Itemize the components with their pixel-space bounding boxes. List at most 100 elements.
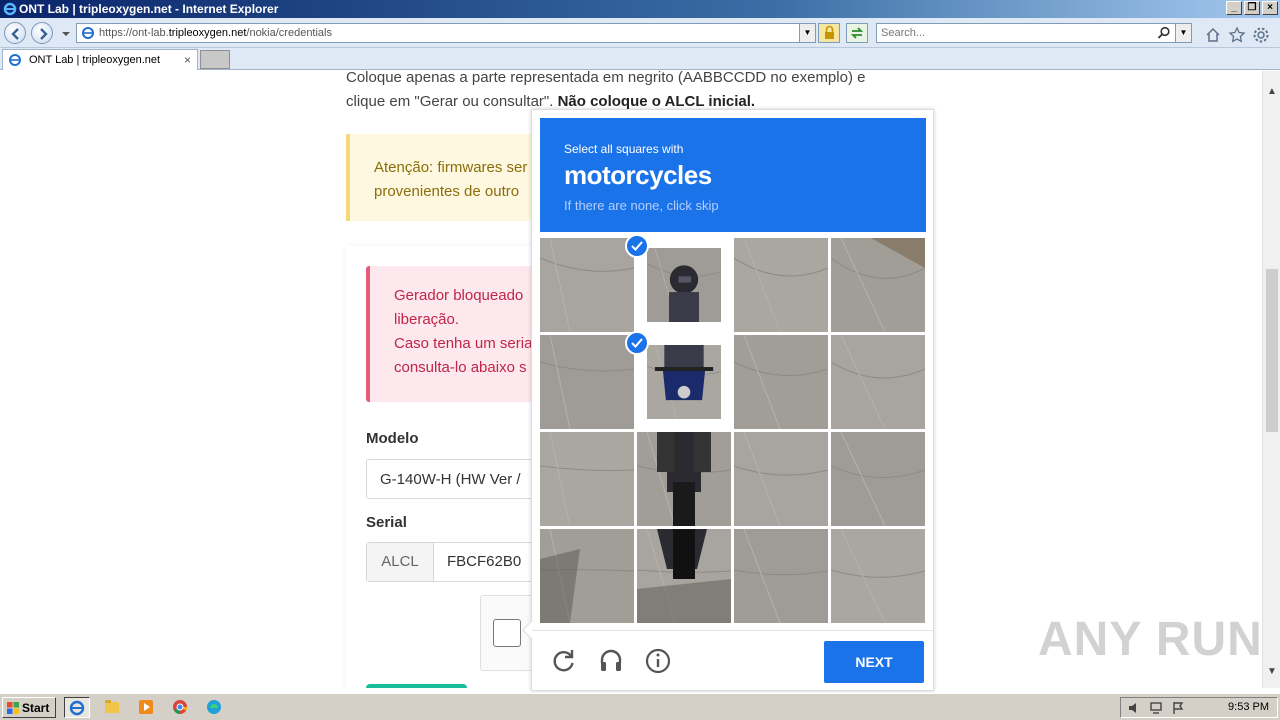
tile-image-motorcycle — [646, 344, 722, 420]
close-window-button[interactable]: × — [1262, 1, 1278, 15]
file-explorer-icon[interactable] — [100, 697, 126, 718]
serial-input[interactable]: FBCF62B0 — [447, 553, 521, 570]
tile-image-road — [540, 335, 634, 429]
network-icon[interactable] — [1149, 701, 1163, 715]
back-button[interactable] — [4, 22, 26, 44]
audio-icon[interactable] — [597, 647, 625, 675]
scroll-thumb[interactable] — [1266, 269, 1278, 432]
recent-pages-dropdown-icon[interactable] — [62, 30, 70, 38]
page-scrollbar[interactable]: ▲ ▼ — [1262, 71, 1280, 688]
tile-image-road — [540, 432, 634, 526]
tab-ont-lab[interactable]: ONT Lab | tripleoxygen.net × — [2, 49, 198, 70]
clock: 9:53 PM — [1228, 701, 1269, 713]
forward-button[interactable] — [31, 22, 53, 44]
minimize-button[interactable]: _ — [1226, 1, 1242, 15]
compat-refresh-button[interactable] — [846, 23, 868, 43]
captcha-tile[interactable] — [540, 529, 634, 623]
window-title: ONT Lab | tripleoxygen.net - Internet Ex… — [19, 2, 279, 16]
modelo-selected-value: G-140W-H (HW Ver / — [380, 471, 521, 488]
next-button[interactable]: NEXT — [824, 641, 924, 683]
intro-line-1: Coloque apenas a parte representada em n… — [346, 71, 866, 86]
site-favicon-icon — [82, 27, 94, 39]
refresh-arrows-icon — [850, 27, 864, 39]
captcha-tile[interactable] — [637, 238, 731, 332]
intro-line-2: clique em "Gerar ou consultar". — [346, 93, 558, 110]
tile-image-road — [831, 238, 925, 332]
serial-label: Serial — [366, 514, 407, 531]
internet-explorer-icon[interactable] — [64, 697, 90, 718]
captcha-checkbox[interactable] — [493, 619, 521, 647]
captcha-instruction: Select all squares with — [564, 142, 684, 156]
address-bar[interactable]: https://ont-lab.tripleoxygen.net/nokia/c… — [76, 23, 816, 43]
captcha-tile[interactable] — [540, 238, 634, 332]
tab-close-icon[interactable]: × — [184, 53, 191, 67]
home-icon[interactable] — [1204, 26, 1222, 44]
window-titlebar: ONT Lab | tripleoxygen.net - Internet Ex… — [0, 0, 1280, 18]
system-tray: 9:53 PM — [1120, 697, 1278, 718]
volume-icon[interactable] — [1127, 701, 1141, 715]
search-dropdown-button[interactable]: ▼ — [1175, 24, 1191, 42]
forward-arrow-icon — [40, 28, 48, 40]
captcha-footer: NEXT — [532, 630, 933, 690]
favorites-star-icon[interactable] — [1228, 26, 1246, 44]
intro-bold-note: Não coloque o ALCL inicial. — [557, 93, 756, 110]
tile-selected-check-icon — [625, 331, 649, 355]
search-box[interactable]: ▼ — [876, 23, 1192, 43]
lock-icon — [825, 25, 834, 39]
new-tab-button[interactable] — [200, 50, 230, 69]
refresh-icon[interactable] — [550, 647, 578, 675]
tile-image-motorcycle — [637, 432, 731, 526]
scroll-up-icon[interactable]: ▲ — [1265, 85, 1279, 99]
tile-selected-check-icon — [625, 234, 649, 258]
submit-button[interactable] — [366, 684, 467, 688]
chrome-icon[interactable] — [168, 697, 194, 718]
edge-icon[interactable] — [202, 697, 228, 718]
serial-prefix: ALCL — [367, 543, 434, 581]
search-icon[interactable] — [1157, 26, 1171, 40]
search-input[interactable] — [881, 25, 1151, 41]
tile-image-road — [734, 335, 828, 429]
action-center-flag-icon[interactable] — [1171, 701, 1185, 715]
captcha-tile[interactable] — [734, 238, 828, 332]
start-button[interactable]: Start — [2, 697, 56, 718]
tile-image-road — [734, 432, 828, 526]
address-dropdown-button[interactable]: ▼ — [799, 24, 815, 42]
url-prefix: https://ont-lab. — [99, 27, 169, 39]
restore-button[interactable]: ❐ — [1244, 1, 1260, 15]
anyrun-watermark: ANY RUN — [1038, 613, 1263, 666]
start-label: Start — [22, 701, 50, 715]
captcha-tile[interactable] — [831, 529, 925, 623]
media-player-icon[interactable] — [134, 697, 160, 718]
captcha-tile[interactable] — [734, 529, 828, 623]
captcha-prompt: Select all squares with motorcycles If t… — [540, 118, 926, 232]
ie-logo-icon — [3, 2, 17, 16]
captcha-tile[interactable] — [831, 335, 925, 429]
danger-line-3: Caso tenha um seria — [394, 335, 533, 352]
windows-flag-icon — [7, 702, 19, 714]
url-path: /nokia/credentials — [246, 27, 332, 39]
captcha-tile[interactable] — [637, 529, 731, 623]
tile-image-road — [540, 238, 634, 332]
settings-gear-icon[interactable] — [1252, 26, 1270, 44]
url-domain: tripleoxygen.net — [168, 27, 247, 39]
captcha-tile[interactable] — [540, 432, 634, 526]
intro-text: Coloque apenas a parte representada em n… — [346, 71, 906, 114]
info-icon[interactable] — [644, 647, 672, 675]
security-lock-button[interactable] — [818, 23, 840, 43]
tile-image-road — [831, 432, 925, 526]
tile-image-motorcycle — [646, 247, 722, 323]
captcha-tile[interactable] — [637, 432, 731, 526]
captcha-tile[interactable] — [734, 335, 828, 429]
captcha-tile[interactable] — [734, 432, 828, 526]
captcha-tile[interactable] — [540, 335, 634, 429]
warning-line-1: Atenção: firmwares ser — [374, 159, 528, 176]
address-url[interactable]: https://ont-lab.tripleoxygen.net/nokia/c… — [99, 27, 332, 39]
tile-image-motorcycle — [637, 529, 731, 623]
scroll-down-icon[interactable]: ▼ — [1265, 665, 1279, 679]
captcha-hint: If there are none, click skip — [564, 198, 719, 213]
captcha-tile[interactable] — [637, 335, 731, 429]
captcha-tile[interactable] — [831, 432, 925, 526]
captcha-tile[interactable] — [831, 238, 925, 332]
tile-image-road — [831, 529, 925, 623]
tab-label: ONT Lab | tripleoxygen.net — [29, 54, 161, 66]
